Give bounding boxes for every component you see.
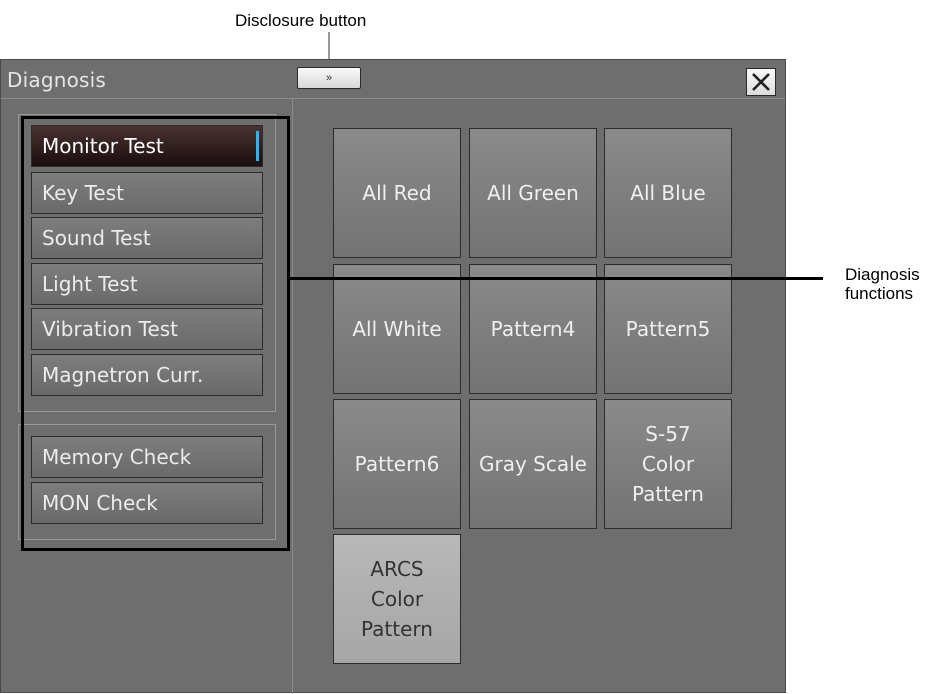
tile-gray-scale[interactable]: Gray Scale xyxy=(469,399,597,529)
functions-callout-label: Diagnosis functions xyxy=(845,265,920,303)
tile-label: All Red xyxy=(362,178,431,208)
close-button[interactable] xyxy=(746,68,776,96)
disclosure-callout-label: Disclosure button xyxy=(235,11,367,30)
tile-label: All Blue xyxy=(630,178,705,208)
tile-label: All Green xyxy=(487,178,579,208)
tile-label: Gray Scale xyxy=(479,449,587,479)
tile-label: Pattern5 xyxy=(626,314,711,344)
tile-label-line: Gray Scale xyxy=(479,452,587,476)
disclosure-button[interactable]: » xyxy=(297,67,361,89)
tile-label: S-57 Color Pattern xyxy=(632,419,704,509)
tile-label: Pattern4 xyxy=(491,314,576,344)
tile-label-line: ARCS xyxy=(370,557,424,581)
tile-label-line: All White xyxy=(352,317,442,341)
tile-label-line: Pattern xyxy=(361,617,433,641)
tile-all-green[interactable]: All Green xyxy=(469,128,597,258)
tile-pattern4[interactable]: Pattern4 xyxy=(469,264,597,394)
tile-label-line: All Green xyxy=(487,181,579,205)
tile-label: Pattern6 xyxy=(355,449,440,479)
tile-s-57-color-pattern[interactable]: S-57 Color Pattern xyxy=(604,399,732,529)
tile-label-line: Pattern5 xyxy=(625,317,711,341)
diagnosis-functions-outline xyxy=(21,116,290,551)
tile-arcs-color-pattern[interactable]: ARCS Color Pattern xyxy=(333,534,461,664)
tile-label: All White xyxy=(352,314,441,344)
title-bar: Diagnosis » xyxy=(1,60,785,99)
tile-label-line: All Blue xyxy=(630,181,706,205)
tile-label-line: All Red xyxy=(362,181,432,205)
tile-pattern6[interactable]: Pattern6 xyxy=(333,399,461,529)
tile-label-line: S-57 xyxy=(645,422,691,446)
tile-label-line: Color xyxy=(370,587,424,611)
tile-label-line: Pattern xyxy=(632,482,704,506)
tile-label-line: Pattern6 xyxy=(354,452,440,476)
tile-label-line: Color xyxy=(641,452,695,476)
window-title: Diagnosis xyxy=(7,68,107,92)
tile-all-red[interactable]: All Red xyxy=(333,128,461,258)
tile-label-line: Pattern4 xyxy=(490,317,576,341)
tile-all-white[interactable]: All White xyxy=(333,264,461,394)
functions-callout-line1: Diagnosis xyxy=(845,265,920,284)
double-chevron-right-icon: » xyxy=(325,72,333,84)
functions-callout-line xyxy=(290,277,823,280)
close-x-icon xyxy=(752,73,770,91)
tile-all-blue[interactable]: All Blue xyxy=(604,128,732,258)
pane-divider xyxy=(292,98,293,694)
functions-callout-line2: functions xyxy=(845,284,914,303)
tile-label: ARCS Color Pattern xyxy=(361,554,433,644)
tile-pattern5[interactable]: Pattern5 xyxy=(604,264,732,394)
